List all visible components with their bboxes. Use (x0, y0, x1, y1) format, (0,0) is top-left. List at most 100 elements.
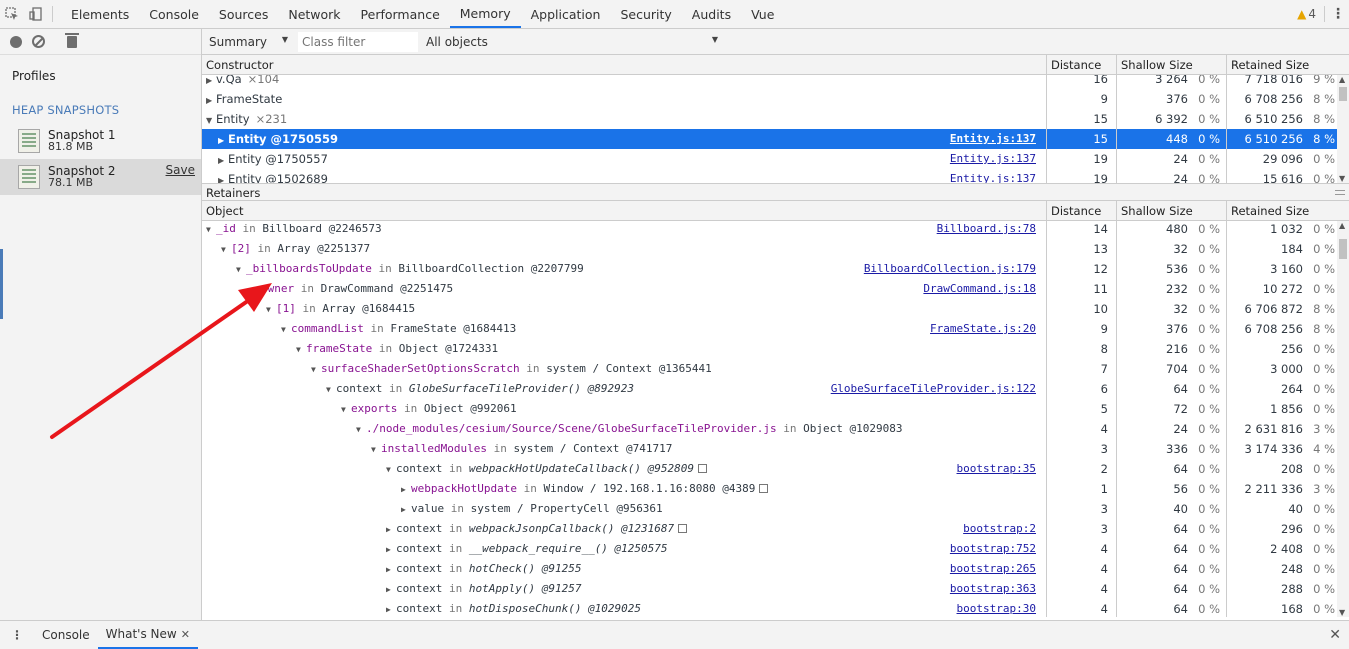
source-link[interactable]: bootstrap:35 (957, 459, 1036, 479)
source-link[interactable]: DrawCommand.js:18 (923, 279, 1036, 299)
tab-application[interactable]: Application (521, 0, 611, 28)
source-link[interactable]: Entity.js:137 (950, 129, 1036, 149)
retainer-row[interactable]: ▼ [2] in Array @2251377 13 32 0 % 184 0 % (202, 239, 1349, 259)
expand-toggle-icon[interactable]: ▼ (206, 111, 216, 129)
retainer-row[interactable]: ▶ context in hotDisposeChunk() @1029025 bo… (202, 599, 1349, 617)
constructor-row[interactable]: ▶ FrameState 9 376 0 % 6 708 256 8 % (202, 89, 1349, 109)
expand-toggle-icon[interactable]: ▼ (341, 400, 351, 419)
source-link[interactable]: Billboard.js:78 (937, 221, 1036, 239)
tab-vue[interactable]: Vue (741, 0, 784, 28)
column-header-distance[interactable]: Distance (1047, 201, 1117, 220)
column-header-distance[interactable]: Distance (1047, 55, 1117, 74)
column-header-object[interactable]: Object (202, 201, 1047, 220)
tab-memory[interactable]: Memory (449, 0, 521, 28)
expand-toggle-icon[interactable]: ▼ (236, 260, 246, 279)
scroll-down-icon[interactable]: ▼ (1339, 608, 1345, 617)
expand-toggle-icon[interactable]: ▼ (326, 380, 336, 399)
device-toolbar-icon[interactable] (24, 0, 48, 28)
more-options-icon[interactable]: ⋮ (1327, 6, 1349, 22)
source-link[interactable]: bootstrap:752 (950, 539, 1036, 559)
constructor-row[interactable]: ▶ v.Qa ×104 16 3 264 0 % 7 718 016 9 % (202, 75, 1349, 89)
drawer-menu-icon[interactable]: ⋮ (0, 628, 34, 642)
tab-performance[interactable]: Performance (351, 0, 450, 28)
column-header-retained-size[interactable]: Retained Size (1227, 201, 1349, 220)
source-link[interactable]: GlobeSurfaceTileProvider.js:122 (831, 379, 1036, 399)
save-snapshot-link[interactable]: Save (166, 163, 195, 177)
source-link[interactable]: Entity.js:137 (950, 169, 1036, 183)
retainer-row[interactable]: ▶ webpackHotUpdate in Window / 192.168.1.… (202, 479, 1349, 499)
retainer-row[interactable]: ▼ owner in DrawCommand @2251475 DrawComman… (202, 279, 1349, 299)
column-header-retained-size[interactable]: Retained Size (1227, 55, 1349, 74)
retainer-row[interactable]: ▶ context in hotCheck() @91255 bootstrap:2… (202, 559, 1349, 579)
expand-toggle-icon[interactable]: ▶ (218, 151, 228, 169)
retainer-row[interactable]: ▼ _billboardsToUpdate in BillboardCollect… (202, 259, 1349, 279)
scroll-up-icon[interactable]: ▲ (1339, 75, 1345, 84)
expand-toggle-icon[interactable]: ▶ (386, 540, 396, 559)
expand-toggle-icon[interactable]: ▶ (386, 520, 396, 539)
expand-toggle-icon[interactable]: ▼ (311, 360, 321, 379)
expand-toggle-icon[interactable]: ▼ (206, 221, 216, 239)
inspect-element-icon[interactable] (0, 0, 24, 28)
retainer-row[interactable]: ▼ context in GlobeSurfaceTileProvider() @… (202, 379, 1349, 399)
tab-elements[interactable]: Elements (61, 0, 139, 28)
tab-security[interactable]: Security (610, 0, 681, 28)
retainer-row[interactable]: ▶ context in webpackJsonpCallback() @1231… (202, 519, 1349, 539)
view-select[interactable]: Summary ▼ (202, 35, 292, 49)
retainers-scrollbar[interactable]: ▲ ▼ (1337, 221, 1349, 617)
retainer-row[interactable]: ▼ context in webpackHotUpdateCallback() @… (202, 459, 1349, 479)
source-link[interactable]: BillboardCollection.js:179 (864, 259, 1036, 279)
expand-toggle-icon[interactable]: ▼ (356, 420, 366, 439)
expand-toggle-icon[interactable]: ▶ (401, 480, 411, 499)
scroll-down-icon[interactable]: ▼ (1339, 174, 1345, 183)
reveal-in-summary-icon[interactable] (678, 524, 688, 533)
source-link[interactable]: FrameState.js:20 (930, 319, 1036, 339)
expand-toggle-icon[interactable]: ▶ (386, 580, 396, 599)
source-link[interactable]: bootstrap:30 (957, 599, 1036, 617)
expand-toggle-icon[interactable]: ▶ (218, 171, 228, 183)
constructor-row[interactable]: ▶ Entity @1750557 Entity.js:137 19 24 0 % 29 0… (202, 149, 1349, 169)
warnings-counter[interactable]: ▲ 4 (1291, 7, 1322, 21)
reveal-in-summary-icon[interactable] (759, 484, 769, 493)
tab-audits[interactable]: Audits (682, 0, 741, 28)
expand-toggle-icon[interactable]: ▼ (371, 440, 381, 459)
expand-toggle-icon[interactable]: ▶ (386, 600, 396, 617)
drawer-tab-console[interactable]: Console (34, 621, 98, 649)
source-link[interactable]: bootstrap:363 (950, 579, 1036, 599)
expand-toggle-icon[interactable]: ▶ (206, 75, 216, 89)
retainer-row[interactable]: ▼ installedModules in system / Context @7… (202, 439, 1349, 459)
class-filter-input[interactable] (298, 31, 418, 52)
scroll-thumb[interactable] (1339, 239, 1347, 259)
constructor-row[interactable]: ▼ Entity ×231 15 6 392 0 % 6 510 256 8 % (202, 109, 1349, 129)
expand-toggle-icon[interactable]: ▶ (386, 560, 396, 579)
constructor-scrollbar[interactable]: ▲ ▼ (1337, 75, 1349, 183)
clear-profiles-icon[interactable] (32, 35, 45, 48)
reveal-in-summary-icon[interactable] (698, 464, 708, 473)
expand-toggle-icon[interactable]: ▼ (386, 460, 396, 479)
expand-toggle-icon[interactable]: ▼ (251, 280, 261, 299)
retainer-row[interactable]: ▼ ./node_modules/cesium/Source/Scene/Glob… (202, 419, 1349, 439)
retainer-row[interactable]: ▼ frameState in Object @1724331 8 216 0 % 256… (202, 339, 1349, 359)
take-snapshot-button[interactable] (10, 35, 22, 48)
close-tab-icon[interactable]: ✕ (181, 628, 190, 641)
source-link[interactable]: bootstrap:265 (950, 559, 1036, 579)
tab-sources[interactable]: Sources (209, 0, 278, 28)
snapshot-item-1[interactable]: Snapshot 1 81.8 MB (0, 123, 201, 159)
scroll-up-icon[interactable]: ▲ (1339, 221, 1345, 230)
snapshot-item-2[interactable]: Snapshot 2 78.1 MB Save (0, 159, 201, 195)
source-link[interactable]: Entity.js:137 (950, 149, 1036, 169)
retainer-row[interactable]: ▶ context in hotApply() @91257 bootstrap:3… (202, 579, 1349, 599)
expand-toggle-icon[interactable]: ▼ (296, 340, 306, 359)
expand-toggle-icon[interactable]: ▶ (218, 131, 228, 149)
expand-toggle-icon[interactable]: ▶ (401, 500, 411, 519)
tab-console[interactable]: Console (139, 0, 209, 28)
close-drawer-icon[interactable]: ✕ (1329, 627, 1341, 643)
column-header-constructor[interactable]: Constructor (202, 55, 1047, 74)
constructor-row[interactable]: ▶ Entity @1502689 Entity.js:137 19 24 0 % 15 6… (202, 169, 1349, 183)
collect-garbage-icon[interactable] (65, 32, 79, 48)
retainer-row[interactable]: ▶ value in system / PropertyCell @956361 3… (202, 499, 1349, 519)
retainer-row[interactable]: ▼ exports in Object @992061 5 72 0 % 1 856 0 % (202, 399, 1349, 419)
retainer-row[interactable]: ▼ [1] in Array @1684415 10 32 0 % 6 706 872 8 … (202, 299, 1349, 319)
expand-toggle-icon[interactable]: ▼ (266, 300, 276, 319)
expand-toggle-icon[interactable]: ▶ (206, 91, 216, 109)
expand-toggle-icon[interactable]: ▼ (281, 320, 291, 339)
